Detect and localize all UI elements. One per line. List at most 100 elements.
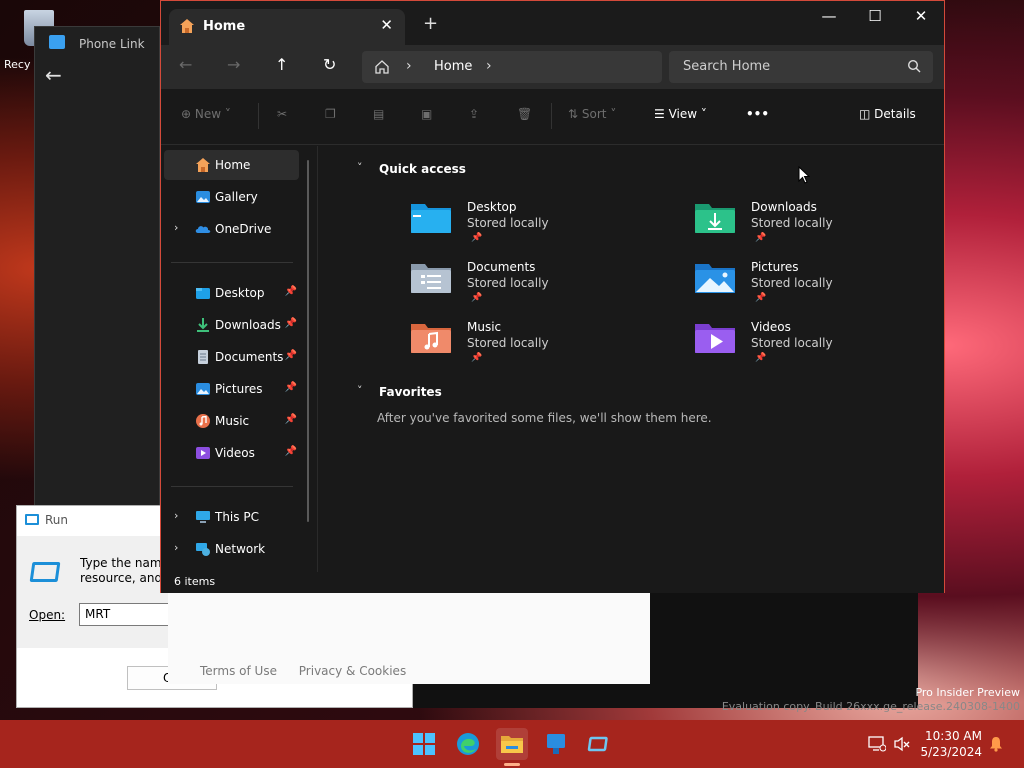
chevron-right-icon[interactable]: › <box>486 58 492 74</box>
address-bar[interactable]: › Home › <box>362 51 662 83</box>
tile-downloads[interactable]: Downloads Stored locally 📌 <box>693 196 893 248</box>
tile-status: Stored locally <box>751 216 833 230</box>
sidebar-label: Downloads <box>215 318 281 332</box>
watermark-line1: Pro Insider Preview <box>915 686 1020 699</box>
cut-icon[interactable]: ✂ <box>277 107 287 121</box>
sidebar-item-desktop[interactable]: Desktop 📌 <box>164 278 299 308</box>
sidebar-item-pictures[interactable]: Pictures 📌 <box>164 374 299 404</box>
sidebar-label: Home <box>215 158 251 172</box>
sidebar-scrollbar[interactable] <box>307 160 309 522</box>
run-app-icon <box>29 562 61 582</box>
chevron-down-icon[interactable]: ˅ <box>357 161 363 174</box>
phone-link-taskbar-button[interactable] <box>540 728 572 760</box>
chevron-down-icon[interactable]: ˅ <box>357 384 363 397</box>
quick-access-header[interactable]: ˅ Quick access <box>357 161 466 176</box>
close-tab-icon[interactable]: ✕ <box>380 16 393 34</box>
clock-date: 5/23/2024 <box>920 745 982 759</box>
paste-icon[interactable]: ▤ <box>373 107 384 121</box>
maximize-button[interactable]: ☐ <box>852 1 898 33</box>
run-icon <box>587 736 608 752</box>
tile-status: Stored locally <box>467 276 549 290</box>
search-box[interactable]: Search Home <box>669 51 933 83</box>
chevron-right-icon[interactable]: › <box>174 541 178 554</box>
sidebar-item-home[interactable]: Home <box>164 150 299 180</box>
tile-name: Music <box>467 320 502 334</box>
more-options-icon[interactable]: ••• <box>746 107 769 121</box>
sidebar-item-downloads[interactable]: Downloads 📌 <box>164 310 299 340</box>
copy-icon[interactable]: ❐ <box>325 107 336 121</box>
sidebar-item-documents[interactable]: Documents 📌 <box>164 342 299 372</box>
details-label: Details <box>874 107 916 121</box>
new-button[interactable]: ⊕ New ˅ <box>181 107 231 121</box>
pin-icon: 📌 <box>471 233 483 243</box>
minimize-button[interactable]: — <box>806 1 852 33</box>
taskbar: 10:30 AM 5/23/2024 <box>0 720 1024 768</box>
desktop-folder-icon <box>196 288 210 299</box>
back-arrow-icon[interactable]: ← <box>45 63 62 87</box>
sort-icon: ⇅ <box>568 107 579 121</box>
edge-taskbar-button[interactable] <box>452 728 484 760</box>
forward-icon[interactable]: → <box>227 55 240 74</box>
favorites-header[interactable]: ˅ Favorites <box>357 384 442 399</box>
start-button[interactable] <box>408 728 440 760</box>
status-bar: 6 items <box>161 572 944 593</box>
tile-documents[interactable]: Documents Stored locally 📌 <box>409 256 609 308</box>
delete-icon[interactable]: 🗑 <box>517 107 532 121</box>
chevron-right-icon[interactable]: › <box>406 58 412 74</box>
breadcrumb-home[interactable]: Home <box>434 59 472 74</box>
search-icon <box>907 59 921 76</box>
taskbar-clock[interactable]: 10:30 AM 5/23/2024 <box>920 728 982 760</box>
tile-videos[interactable]: Videos Stored locally 📌 <box>693 316 893 368</box>
details-button[interactable]: ◫ Details <box>859 107 916 121</box>
videos-folder-icon <box>695 324 735 353</box>
sidebar-item-music[interactable]: Music 📌 <box>164 406 299 436</box>
tab-home[interactable]: Home ✕ <box>169 9 405 45</box>
sidebar-item-onedrive[interactable]: › OneDrive <box>164 214 299 244</box>
sidebar-label: Documents <box>215 350 284 364</box>
pictures-icon <box>196 383 210 395</box>
pin-icon: 📌 <box>755 353 767 363</box>
chevron-right-icon[interactable]: › <box>174 509 178 522</box>
tile-pictures[interactable]: Pictures Stored locally 📌 <box>693 256 893 308</box>
chevron-right-icon[interactable]: › <box>174 221 178 234</box>
rename-icon[interactable]: ▣ <box>421 107 432 121</box>
gallery-icon <box>196 191 210 203</box>
tile-music[interactable]: Music Stored locally 📌 <box>409 316 609 368</box>
item-count: 6 items <box>174 575 216 588</box>
display-tray-icon[interactable] <box>868 736 887 755</box>
run-taskbar-button[interactable] <box>584 728 616 760</box>
file-explorer-taskbar-button[interactable] <box>496 728 528 766</box>
volume-muted-icon[interactable] <box>893 736 911 755</box>
pin-icon: 📌 <box>284 286 297 297</box>
sidebar-item-gallery[interactable]: Gallery <box>164 182 299 212</box>
up-icon[interactable]: ↑ <box>275 55 288 74</box>
sidebar-item-network[interactable]: › Network <box>164 534 299 564</box>
share-icon[interactable]: ⇪ <box>469 107 479 121</box>
notification-bell-icon[interactable] <box>988 736 1004 755</box>
sidebar-label: OneDrive <box>215 222 272 236</box>
insider-watermark: Pro Insider Preview Evaluation copy. Bui… <box>722 686 1020 714</box>
pictures-folder-icon <box>695 264 735 293</box>
new-icon: ⊕ <box>181 107 192 121</box>
search-input[interactable]: Search Home <box>683 59 770 74</box>
run-description: Type the name resource, and W <box>80 556 160 586</box>
close-button[interactable]: ✕ <box>898 1 944 33</box>
favorites-empty-message: After you've favorited some files, we'll… <box>377 411 712 425</box>
sidebar-item-videos[interactable]: Videos 📌 <box>164 438 299 468</box>
tile-name: Videos <box>751 320 791 334</box>
terms-link[interactable]: Terms of Use <box>200 664 277 678</box>
address-home-icon[interactable] <box>374 59 390 78</box>
sort-button[interactable]: ⇅ Sort ˅ <box>568 107 616 121</box>
navigation-bar: ← → ↑ ↻ › Home › Search Home <box>161 45 944 89</box>
new-tab-icon[interactable]: + <box>423 13 438 34</box>
tile-desktop[interactable]: Desktop Stored locally 📌 <box>409 196 609 248</box>
view-button[interactable]: ☰ View ˅ <box>654 107 707 121</box>
desktop-folder-icon <box>411 204 451 233</box>
window-controls: — ☐ ✕ <box>806 1 944 33</box>
privacy-link[interactable]: Privacy & Cookies <box>299 664 406 678</box>
refresh-icon[interactable]: ↻ <box>323 55 336 74</box>
sidebar-item-this-pc[interactable]: › This PC <box>164 502 299 532</box>
back-icon[interactable]: ← <box>179 55 192 74</box>
tile-status: Stored locally <box>467 216 549 230</box>
folder-icon <box>501 736 523 753</box>
